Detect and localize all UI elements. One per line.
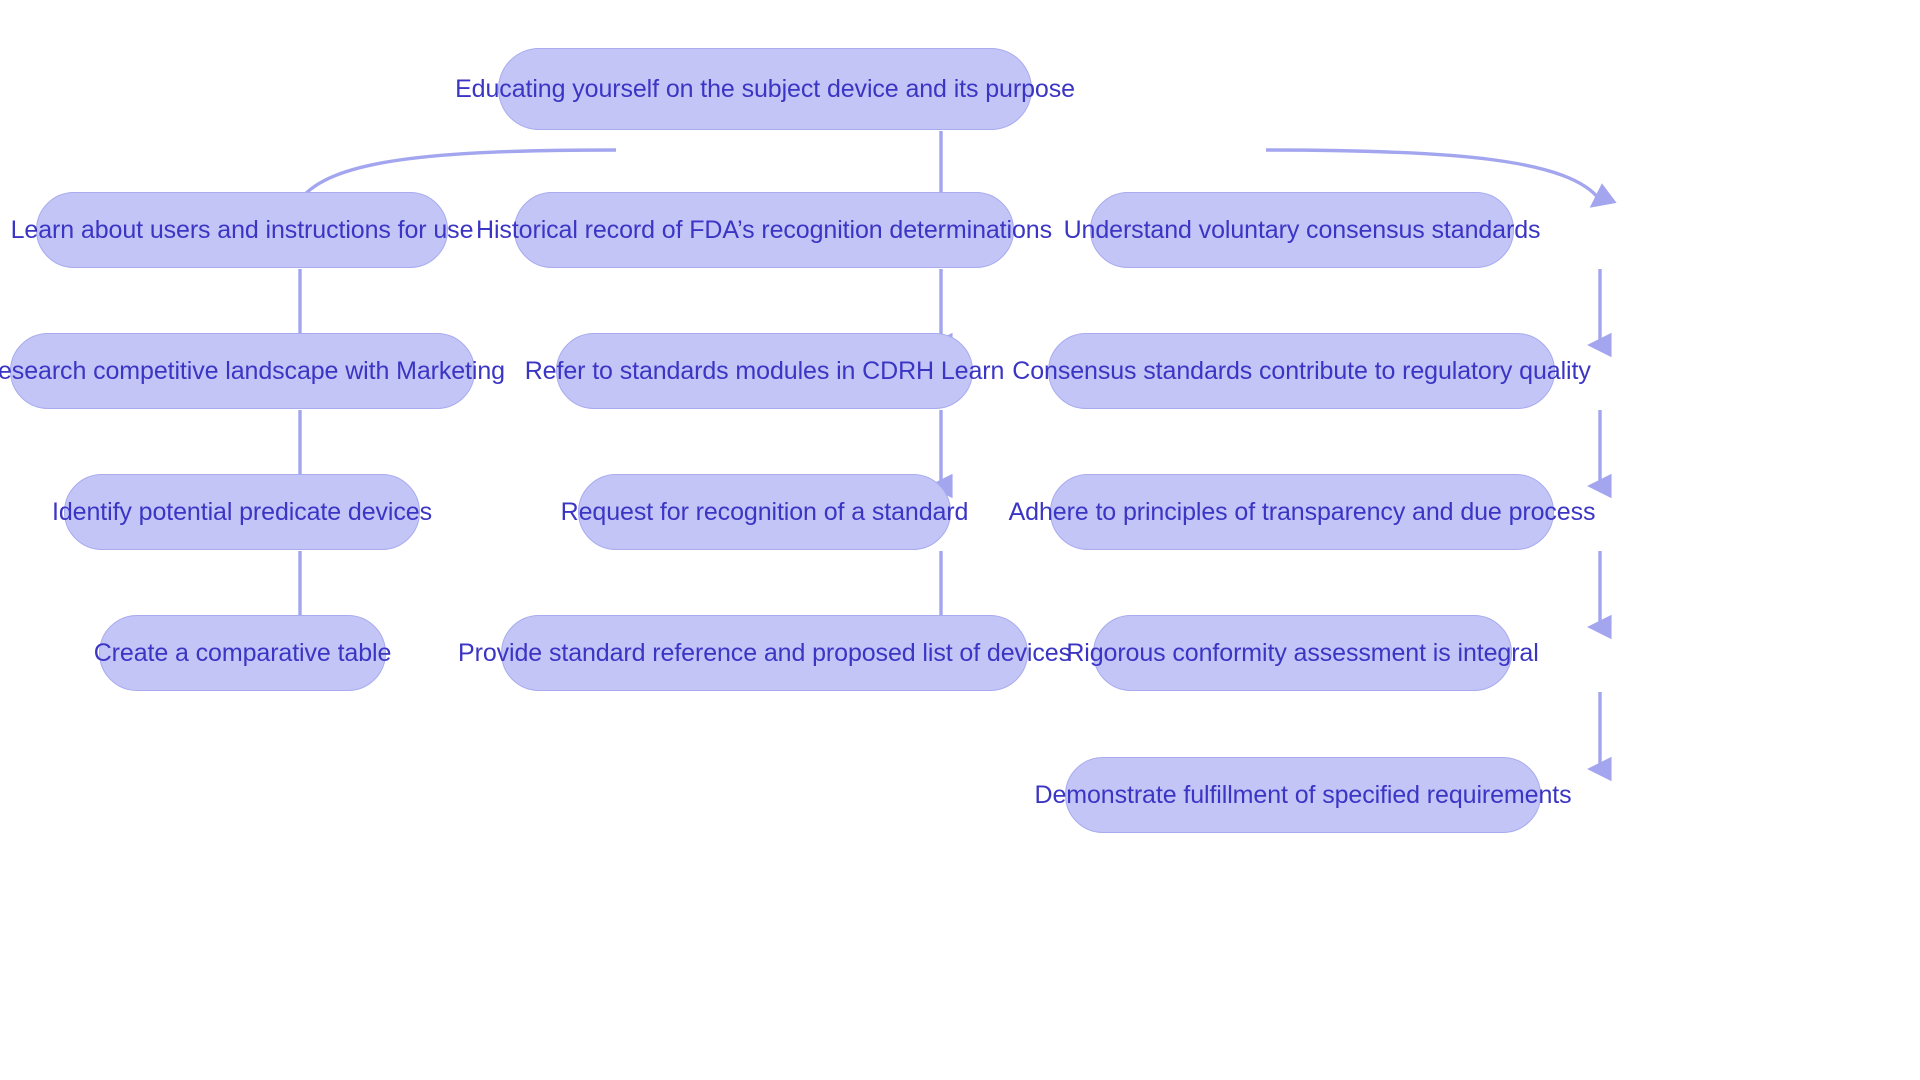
node-request-recognition-standard[interactable]: Request for recognition of a standard — [561, 474, 968, 550]
node-label: Refer to standards modules in CDRH Learn — [524, 357, 1005, 385]
flowchart-canvas: Educating yourself on the subject device… — [0, 0, 1920, 1080]
node-adhere-transparency-due-process[interactable]: Adhere to principles of transparency and… — [1009, 474, 1596, 550]
node-label: Historical record of FDA’s recognition d… — [476, 216, 1052, 244]
node-label: Create a comparative table — [93, 639, 392, 667]
node-label: Demonstrate fulfillment of specified req… — [1034, 781, 1572, 809]
node-rigorous-conformity-assessment[interactable]: Rigorous conformity assessment is integr… — [1066, 615, 1539, 691]
node-root-label: Educating yourself on the subject device… — [455, 75, 1075, 103]
node-historical-record-fda[interactable]: Historical record of FDA’s recognition d… — [476, 192, 1052, 268]
node-label: Adhere to principles of transparency and… — [1008, 498, 1596, 526]
node-demonstrate-fulfillment[interactable]: Demonstrate fulfillment of specified req… — [1035, 757, 1572, 833]
node-label: Understand voluntary consensus standards — [1063, 216, 1541, 244]
node-create-comparative-table[interactable]: Create a comparative table — [94, 615, 391, 691]
node-label: Consensus standards contribute to regula… — [1012, 357, 1591, 385]
node-label: Research competitive landscape with Mark… — [0, 357, 505, 385]
node-layer: Educating yourself on the subject device… — [0, 0, 1920, 1080]
node-research-competitive-landscape[interactable]: Research competitive landscape with Mark… — [0, 333, 505, 409]
node-provide-standard-reference[interactable]: Provide standard reference and proposed … — [458, 615, 1071, 691]
node-refer-standards-modules-cdrh[interactable]: Refer to standards modules in CDRH Learn — [525, 333, 1004, 409]
node-label: Request for recognition of a standard — [560, 498, 969, 526]
node-understand-voluntary-standards[interactable]: Understand voluntary consensus standards — [1064, 192, 1541, 268]
node-root[interactable]: Educating yourself on the subject device… — [455, 48, 1075, 130]
node-learn-about-users[interactable]: Learn about users and instructions for u… — [11, 192, 473, 268]
node-label: Rigorous conformity assessment is integr… — [1066, 639, 1539, 667]
node-identify-predicate-devices[interactable]: Identify potential predicate devices — [52, 474, 432, 550]
node-label: Identify potential predicate devices — [52, 498, 432, 526]
node-consensus-standards-quality[interactable]: Consensus standards contribute to regula… — [1012, 333, 1591, 409]
node-label: Learn about users and instructions for u… — [10, 216, 474, 244]
node-label: Provide standard reference and proposed … — [458, 639, 1071, 667]
